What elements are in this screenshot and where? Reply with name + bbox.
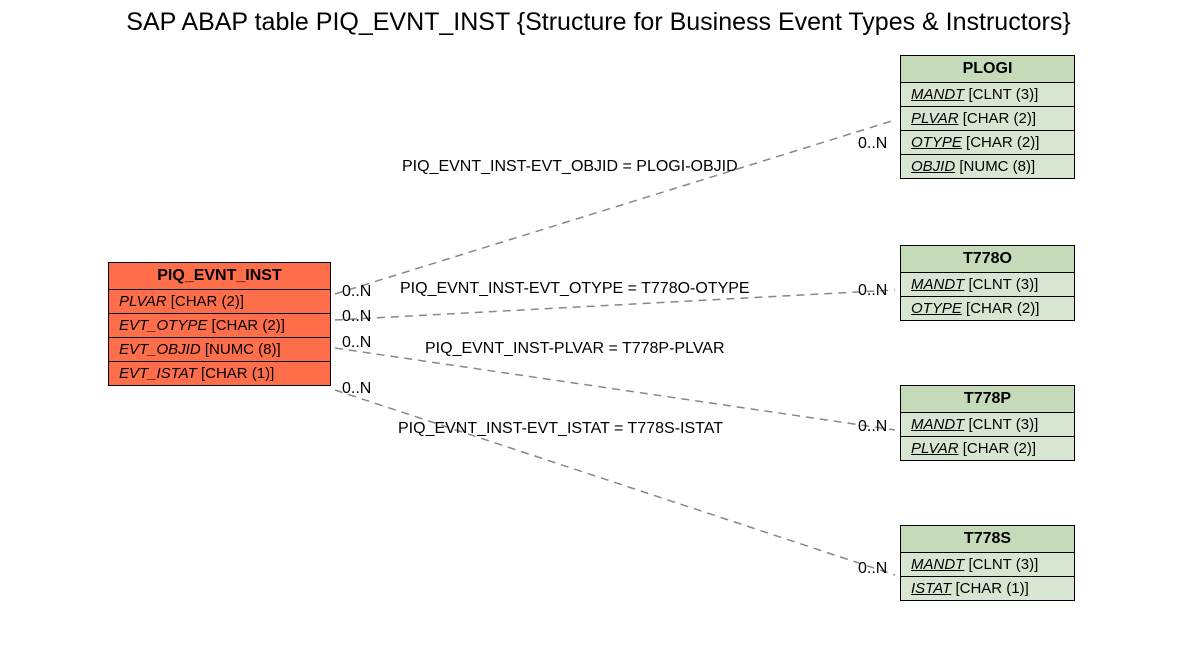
cardinality-right: 0..N xyxy=(858,135,887,153)
field-row: OTYPE [CHAR (2)] xyxy=(901,131,1074,155)
cardinality-right: 0..N xyxy=(858,560,887,578)
field-row: PLVAR [CHAR (2)] xyxy=(901,107,1074,131)
entity-t778o: T778O MANDT [CLNT (3)] OTYPE [CHAR (2)] xyxy=(900,245,1075,321)
field-row: PLVAR [CHAR (2)] xyxy=(109,290,330,314)
field-row: MANDT [CLNT (3)] xyxy=(901,413,1074,437)
cardinality-right: 0..N xyxy=(858,418,887,436)
field-row: OBJID [NUMC (8)] xyxy=(901,155,1074,178)
entity-header: T778O xyxy=(901,246,1074,273)
cardinality-right: 0..N xyxy=(858,282,887,300)
cardinality-left: 0..N xyxy=(342,308,371,326)
relation-label: PIQ_EVNT_INST-EVT_OBJID = PLOGI-OBJID xyxy=(402,158,738,176)
entity-t778p: T778P MANDT [CLNT (3)] PLVAR [CHAR (2)] xyxy=(900,385,1075,461)
field-row: MANDT [CLNT (3)] xyxy=(901,273,1074,297)
entity-t778s: T778S MANDT [CLNT (3)] ISTAT [CHAR (1)] xyxy=(900,525,1075,601)
field-row: PLVAR [CHAR (2)] xyxy=(901,437,1074,460)
field-row: EVT_ISTAT [CHAR (1)] xyxy=(109,362,330,385)
field-row: OTYPE [CHAR (2)] xyxy=(901,297,1074,320)
relation-label: PIQ_EVNT_INST-PLVAR = T778P-PLVAR xyxy=(425,340,725,358)
cardinality-left: 0..N xyxy=(342,380,371,398)
entity-header: T778P xyxy=(901,386,1074,413)
entity-header: PLOGI xyxy=(901,56,1074,83)
cardinality-left: 0..N xyxy=(342,334,371,352)
entity-piq-evnt-inst: PIQ_EVNT_INST PLVAR [CHAR (2)] EVT_OTYPE… xyxy=(108,262,331,386)
field-row: EVT_OBJID [NUMC (8)] xyxy=(109,338,330,362)
relation-label: PIQ_EVNT_INST-EVT_OTYPE = T778O-OTYPE xyxy=(400,280,750,298)
field-row: ISTAT [CHAR (1)] xyxy=(901,577,1074,600)
field-row: EVT_OTYPE [CHAR (2)] xyxy=(109,314,330,338)
relation-label: PIQ_EVNT_INST-EVT_ISTAT = T778S-ISTAT xyxy=(398,420,723,438)
entity-header: T778S xyxy=(901,526,1074,553)
page-title: SAP ABAP table PIQ_EVNT_INST {Structure … xyxy=(126,8,1070,37)
field-row: MANDT [CLNT (3)] xyxy=(901,83,1074,107)
cardinality-left: 0..N xyxy=(342,283,371,301)
entity-header: PIQ_EVNT_INST xyxy=(109,263,330,290)
entity-plogi: PLOGI MANDT [CLNT (3)] PLVAR [CHAR (2)] … xyxy=(900,55,1075,179)
field-row: MANDT [CLNT (3)] xyxy=(901,553,1074,577)
